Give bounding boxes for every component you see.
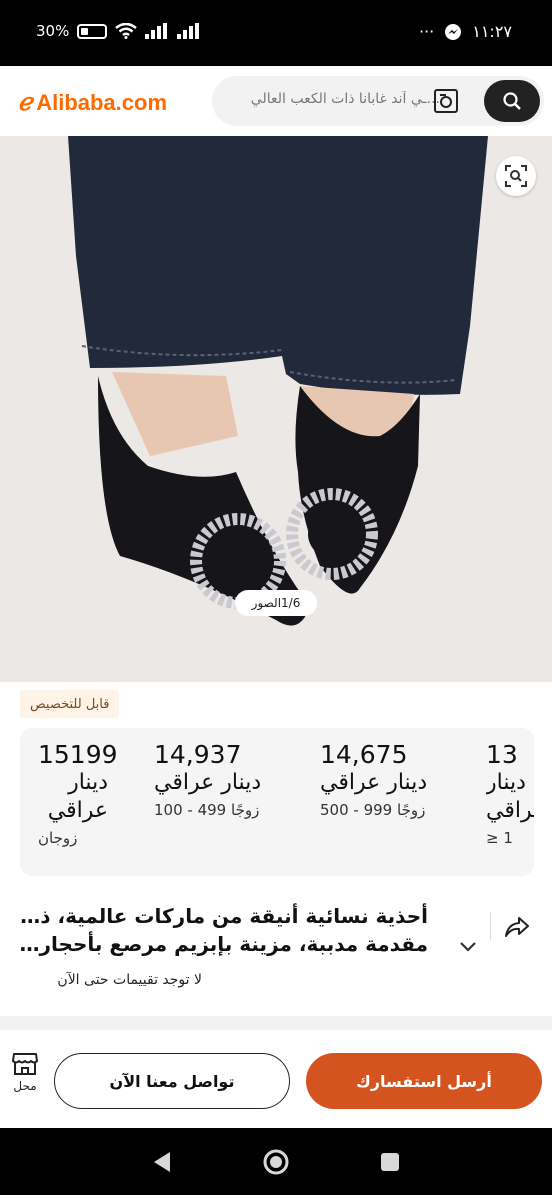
navigation-bar	[0, 1128, 552, 1195]
status-bar: 30% ··· ١١:٢٧	[0, 0, 552, 66]
price-tiers[interactable]: 15199 دينار عراقي زوجان 14,937 دينار عرا…	[20, 728, 534, 876]
store-icon	[12, 1053, 38, 1075]
status-right: ··· ١١:٢٧	[419, 22, 512, 41]
price-tier: 13 دينار عراقي ≥ 1	[486, 740, 534, 847]
tier-quantity: زوجان	[38, 829, 78, 847]
signal-icon	[145, 23, 168, 39]
search-button[interactable]	[484, 80, 540, 122]
tier-currency: دينار عراقي	[320, 770, 428, 795]
tier-quantity: زوجًا 499 - 100	[154, 801, 260, 819]
price-tier: 15199 دينار عراقي زوجان	[38, 740, 138, 847]
price-tier: 14,937 دينار عراقي زوجًا 499 - 100	[154, 740, 304, 819]
visual-search-button[interactable]	[496, 156, 536, 196]
battery-percent: 30%	[36, 22, 70, 40]
image-counter: 1/6الصور	[235, 590, 317, 616]
product-title-line-2: مقدمة مدببة، مزينة بإبزيم مرصع بأحجار...	[18, 932, 428, 956]
divider	[490, 912, 491, 940]
tier-price: 14,675	[320, 740, 408, 769]
alibaba-logo-icon: ℯ	[18, 89, 33, 116]
bottom-action-bar: محل تواصل معنا الآن أرسل استفسارك	[0, 1030, 552, 1128]
tier-price: 15199	[38, 740, 118, 769]
alibaba-logo[interactable]: ℯ Alibaba.com	[18, 88, 167, 117]
store-label: محل	[13, 1079, 37, 1093]
tier-currency: دينار عراقي	[154, 770, 262, 795]
product-title[interactable]: أحذية نسائية أنيقة من ماركات عالمية، ذات…	[18, 902, 428, 958]
product-image-gallery[interactable]: 1/6الصور	[0, 136, 552, 682]
wifi-icon	[115, 23, 138, 39]
tier-price: 14,937	[154, 740, 242, 769]
price-tier: 14,675 دينار عراقي زوجًا 999 - 500	[320, 740, 470, 819]
tier-currency: دينار عراقي	[486, 770, 534, 823]
search-input[interactable]: ...ـي آند غابانا ذات الكعب العالي	[240, 91, 440, 107]
signal-icon-2	[177, 23, 200, 39]
clock: ١١:٢٧	[472, 22, 512, 41]
home-icon[interactable]	[262, 1148, 290, 1176]
section-divider	[0, 1016, 552, 1030]
camera-search-icon[interactable]	[432, 87, 460, 115]
status-left: 30%	[36, 22, 201, 40]
messenger-icon	[445, 23, 462, 40]
battery-icon	[77, 23, 108, 39]
back-icon[interactable]	[148, 1148, 176, 1176]
tier-currency: دينار عراقي	[47, 770, 108, 823]
search-bar[interactable]: ...ـي آند غابانا ذات الكعب العالي	[212, 76, 544, 126]
reviews-status: لا توجد تقييمات حتى الآن	[57, 972, 202, 988]
chevron-down-icon[interactable]	[456, 934, 480, 958]
tier-price: 13	[486, 740, 518, 769]
customizable-badge: قابل للتخصيص	[20, 690, 120, 718]
tier-quantity: ≥ 1	[486, 829, 513, 847]
tier-quantity: زوجًا 999 - 500	[320, 801, 426, 819]
recents-icon[interactable]	[376, 1148, 404, 1176]
scan-search-icon	[505, 165, 527, 187]
app-header: ℯ Alibaba.com ...ـي آند غابانا ذات الكعب…	[0, 66, 552, 136]
contact-us-button[interactable]: تواصل معنا الآن	[54, 1053, 290, 1109]
overflow-dots: ···	[418, 22, 435, 41]
product-title-line-1: أحذية نسائية أنيقة من ماركات عالمية، ذات	[18, 904, 428, 928]
search-icon	[503, 92, 521, 110]
logo-text: Alibaba.com	[36, 89, 168, 115]
share-icon[interactable]	[502, 912, 532, 942]
store-button[interactable]: محل	[8, 1052, 42, 1093]
send-inquiry-button[interactable]: أرسل استفسارك	[306, 1053, 542, 1109]
